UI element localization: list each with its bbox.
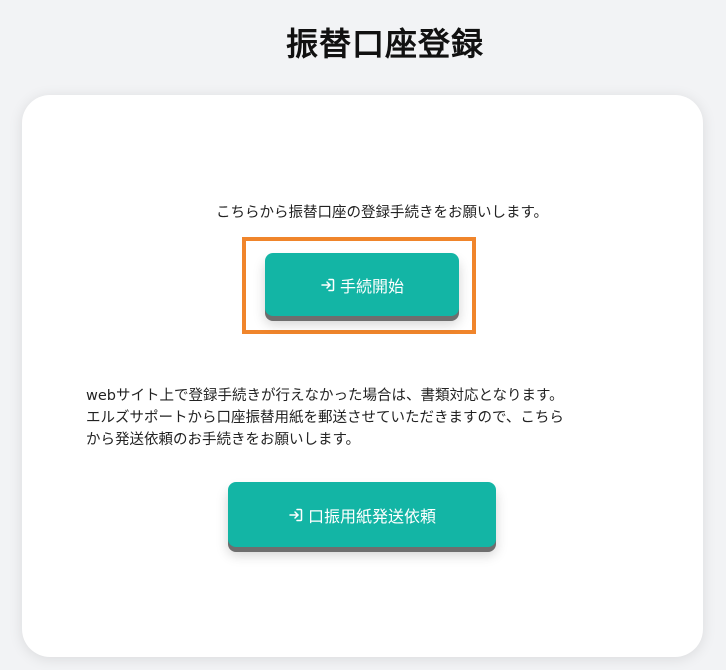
registration-card: こちらから振替口座の登録手続きをお願いします。 手続開始 webサイト上で登録手… [22,95,703,657]
page: 振替口座登録 こちらから振替口座の登録手続きをお願いします。 手続開始 webサ… [0,0,726,670]
page-title: 振替口座登録 [285,25,484,63]
note-line: webサイト上で登録手続きが行えなかった場合は、書類対応となります。 [86,388,564,404]
start-procedure-label: 手続開始 [339,276,404,296]
request-form-mailing-label: 口振用紙発送依頼 [307,506,436,526]
start-procedure-button[interactable]: 手続開始 [265,253,459,316]
intro-text: こちらから振替口座の登録手続きをお願いします。 [215,205,549,221]
note-text: webサイト上で登録手続きが行えなかった場合は、書類対応となります。 エルズサポ… [86,385,646,451]
login-icon [288,507,304,523]
login-icon [320,277,336,293]
note-line: から発送依頼のお手続きをお願いします。 [86,432,361,448]
request-form-mailing-button[interactable]: 口振用紙発送依頼 [228,482,496,547]
note-line: エルズサポートから口座振替用紙を郵送させていただきますので、こちら [86,410,564,426]
